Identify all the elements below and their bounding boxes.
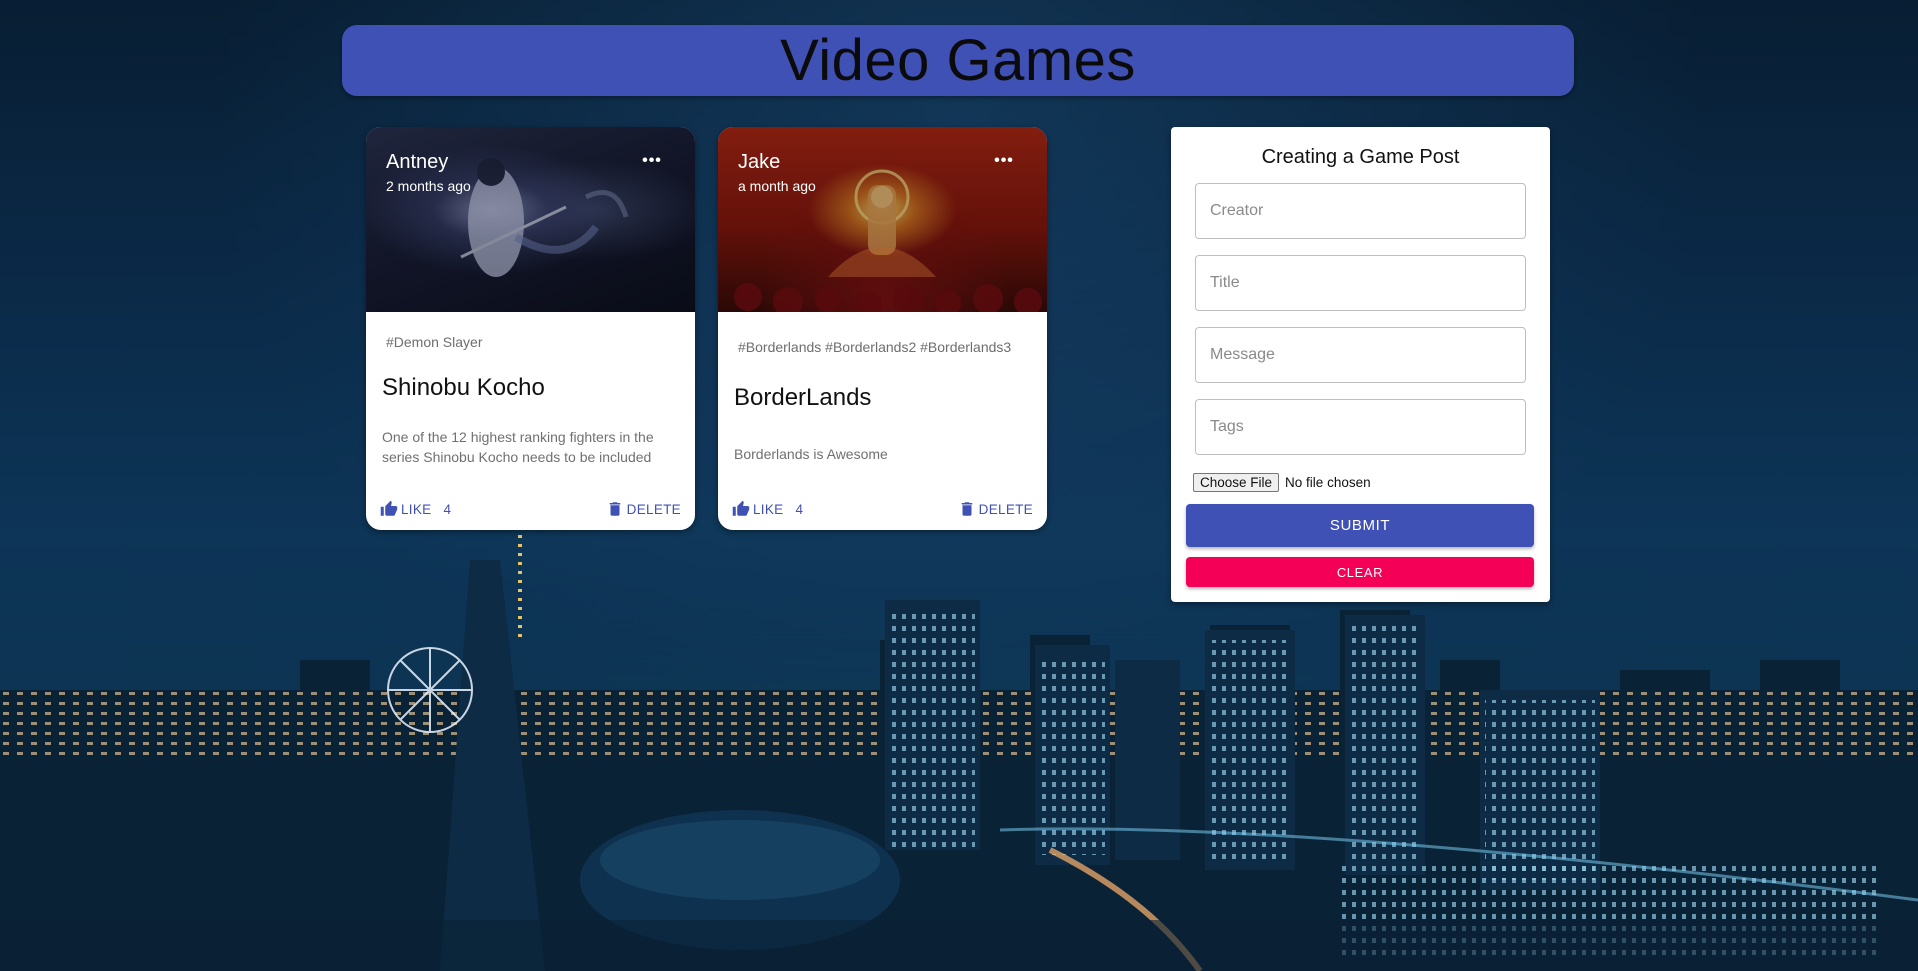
like-label: LIKE xyxy=(401,501,432,517)
choose-file-button[interactable]: Choose File xyxy=(1193,473,1280,492)
post-title: BorderLands xyxy=(734,384,872,411)
like-label: LIKE xyxy=(753,501,784,517)
delete-icon xyxy=(609,502,620,516)
post-card: Jake a month ago ••• #Borderlands #Borde… xyxy=(718,127,1047,530)
like-count: 4 xyxy=(795,501,804,517)
clear-button[interactable]: CLEAR xyxy=(1186,557,1534,587)
app-bar: Video Games xyxy=(342,25,1574,96)
post-image: Jake a month ago ••• xyxy=(718,127,1047,312)
submit-button[interactable]: SUBMIT xyxy=(1186,504,1534,547)
post-message: One of the 12 highest ranking fighters i… xyxy=(382,429,654,465)
post-title: Shinobu Kocho xyxy=(382,374,545,401)
file-input-row: Choose File No file chosen xyxy=(1193,473,1371,492)
like-button[interactable]: LIKE 4 xyxy=(732,500,803,518)
thumb-up-icon xyxy=(732,500,750,516)
card-actions: LIKE 4 DELETE xyxy=(380,497,681,521)
delete-button[interactable]: DELETE xyxy=(958,500,1033,518)
post-creator: Antney xyxy=(386,151,449,173)
creator-field[interactable] xyxy=(1195,183,1526,239)
message-field[interactable] xyxy=(1195,327,1526,383)
like-count: 4 xyxy=(443,501,452,517)
more-options-button[interactable]: ••• xyxy=(637,151,667,171)
form-title: Creating a Game Post xyxy=(1261,146,1460,168)
post-message: Borderlands is Awesome xyxy=(734,446,888,462)
delete-icon xyxy=(961,502,972,516)
tags-input[interactable] xyxy=(1210,400,1525,454)
like-button[interactable]: LIKE 4 xyxy=(380,500,451,518)
post-time: 2 months ago xyxy=(386,178,471,194)
delete-label: DELETE xyxy=(626,501,681,517)
more-options-button[interactable]: ••• xyxy=(989,151,1019,171)
delete-label: DELETE xyxy=(978,501,1033,517)
creator-input[interactable] xyxy=(1210,184,1525,238)
post-image: Antney 2 months ago ••• xyxy=(366,127,695,312)
post-card: Antney 2 months ago ••• #Demon Slayer Sh… xyxy=(366,127,695,530)
title-field[interactable] xyxy=(1195,255,1526,311)
post-creator: Jake xyxy=(738,151,781,173)
delete-button[interactable]: DELETE xyxy=(606,500,681,518)
card-actions: LIKE 4 DELETE xyxy=(732,497,1033,521)
create-post-form: Creating a Game Post Choose File No file… xyxy=(1171,127,1550,602)
message-input[interactable] xyxy=(1210,328,1525,382)
tags-field[interactable] xyxy=(1195,399,1526,455)
title-input[interactable] xyxy=(1210,256,1525,310)
app-title: Video Games xyxy=(780,27,1136,93)
thumb-up-icon xyxy=(380,500,398,516)
file-status-text: No file chosen xyxy=(1285,475,1371,490)
post-tags: #Demon Slayer xyxy=(386,334,483,350)
post-tags: #Borderlands #Borderlands2 #Borderlands3 xyxy=(738,339,1012,355)
more-horiz-icon: ••• xyxy=(994,152,1014,169)
post-time: a month ago xyxy=(738,178,816,194)
more-horiz-icon: ••• xyxy=(642,152,662,169)
